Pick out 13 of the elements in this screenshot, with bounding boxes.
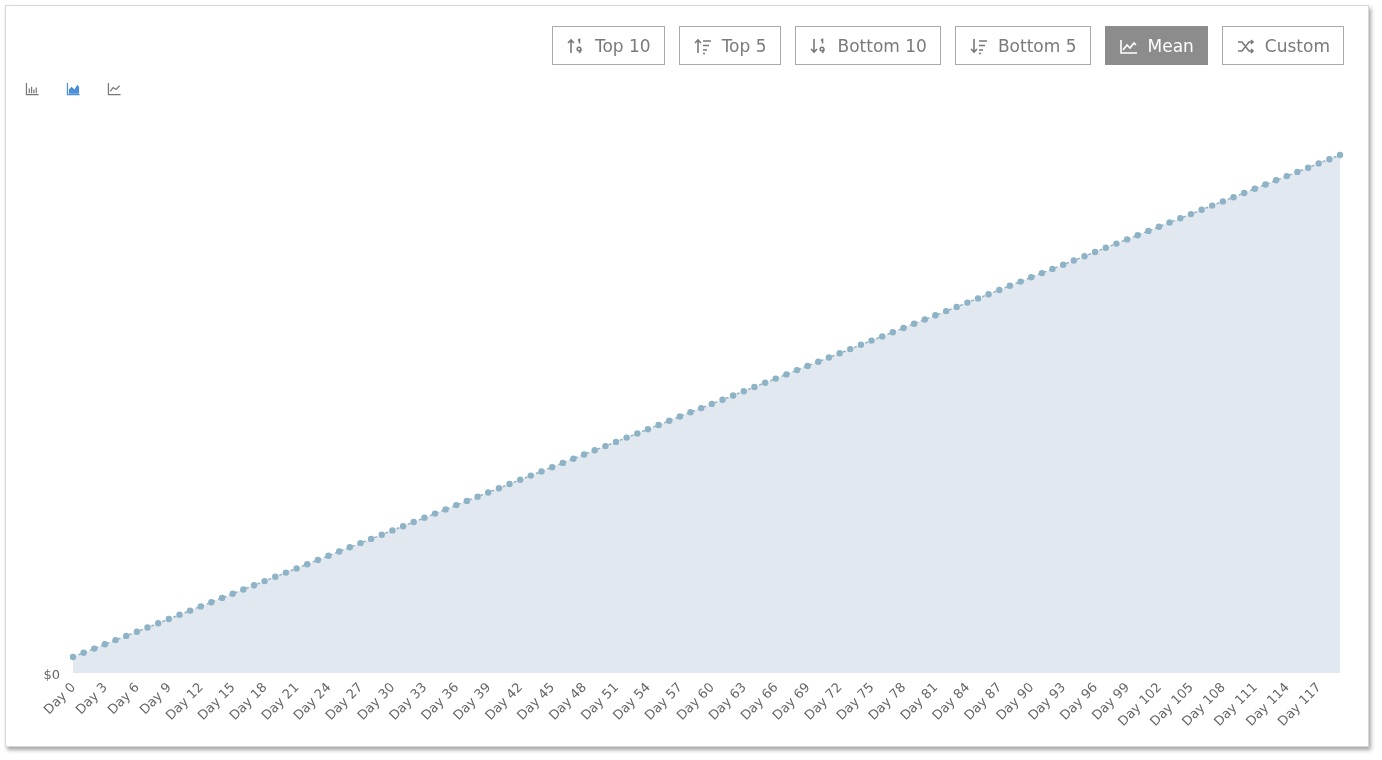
toolbar-button[interactable]: Bottom 10 [794, 26, 941, 65]
toolbar-button[interactable]: Mean [1104, 26, 1208, 65]
toolbar-button[interactable]: Custom [1221, 26, 1344, 65]
area-chart-icon[interactable] [66, 82, 81, 96]
shuffle-icon [1235, 36, 1256, 55]
sort-icon [692, 36, 713, 55]
toolbar-button[interactable]: Top 10 [551, 26, 665, 65]
bar-chart-icon[interactable] [25, 82, 40, 96]
line-chart-icon[interactable] [107, 82, 122, 96]
toolbar-button[interactable]: Bottom 5 [954, 26, 1091, 65]
y-axis-label: $0 [43, 667, 60, 682]
sort-icon [968, 36, 989, 55]
toolbar-button[interactable]: Top 5 [678, 26, 781, 65]
